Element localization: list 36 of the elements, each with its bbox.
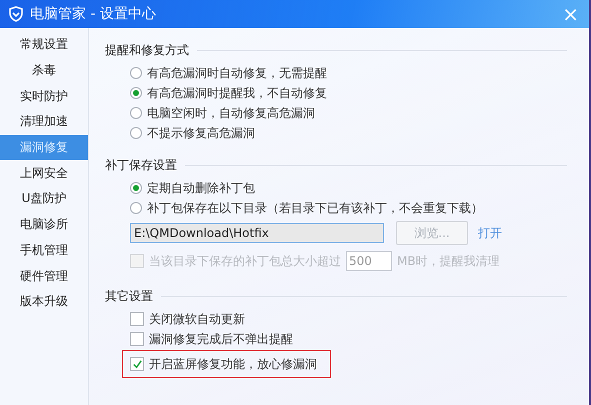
sidebar-item[interactable]: 硬件管理 xyxy=(0,263,88,289)
shield-icon xyxy=(8,6,24,22)
window-title: 电脑管家 - 设置中心 xyxy=(30,5,157,23)
option-label: 定期自动删除补丁包 xyxy=(147,180,255,196)
checkbox[interactable] xyxy=(130,357,144,371)
option-label: 有高危漏洞时提醒我，不自动修复 xyxy=(147,84,327,102)
sidebar-item[interactable]: U盘防护 xyxy=(0,186,88,212)
radio-button[interactable] xyxy=(130,182,142,194)
radio-button[interactable] xyxy=(130,202,142,214)
sidebar-item[interactable]: 清理加速 xyxy=(0,109,88,135)
option-label: 不提示修复高危漏洞 xyxy=(147,124,255,142)
option-label: 开启蓝屏修复功能，放心修漏洞 xyxy=(149,356,317,372)
radio-button[interactable] xyxy=(130,67,142,79)
unit-label: MB时，提醒我清理 xyxy=(397,252,500,270)
radio-button[interactable] xyxy=(130,127,142,139)
option-label: 有高危漏洞时自动修复，无需提醒 xyxy=(147,64,327,82)
sidebar-item[interactable]: 手机管理 xyxy=(0,238,88,264)
radio-button[interactable] xyxy=(130,87,142,99)
option-label: 电脑空闲时，自动修复高危漏洞 xyxy=(147,104,315,122)
sidebar-item[interactable]: 实时防护 xyxy=(0,83,88,110)
section-title: 其它设置 xyxy=(105,288,153,305)
sidebar-item[interactable]: 杀毒 xyxy=(0,58,88,84)
checkbox[interactable] xyxy=(130,312,144,326)
section-title: 补丁保存设置 xyxy=(105,157,177,174)
sidebar-item[interactable]: 上网安全 xyxy=(0,160,88,186)
option-label: 关闭微软自动更新 xyxy=(149,310,245,328)
option-label: 漏洞修复完成后不弹出提醒 xyxy=(149,330,293,348)
checkbox[interactable] xyxy=(130,332,144,346)
path-field[interactable]: E:\QMDownload\Hotfix xyxy=(130,223,384,243)
sidebar-item[interactable]: 电脑诊所 xyxy=(0,212,88,238)
option-label: 当该目录下保存的补丁包总大小超过 xyxy=(149,252,341,270)
sidebar-item[interactable]: 版本升级 xyxy=(0,288,88,315)
option-label: 补丁包保存在以下目录（若目录下已有该补丁，不会重复下载） xyxy=(147,200,483,216)
sidebar-item[interactable]: 常规设置 xyxy=(0,32,88,58)
section-title: 提醒和修复方式 xyxy=(105,42,189,59)
radio-button[interactable] xyxy=(130,107,142,119)
